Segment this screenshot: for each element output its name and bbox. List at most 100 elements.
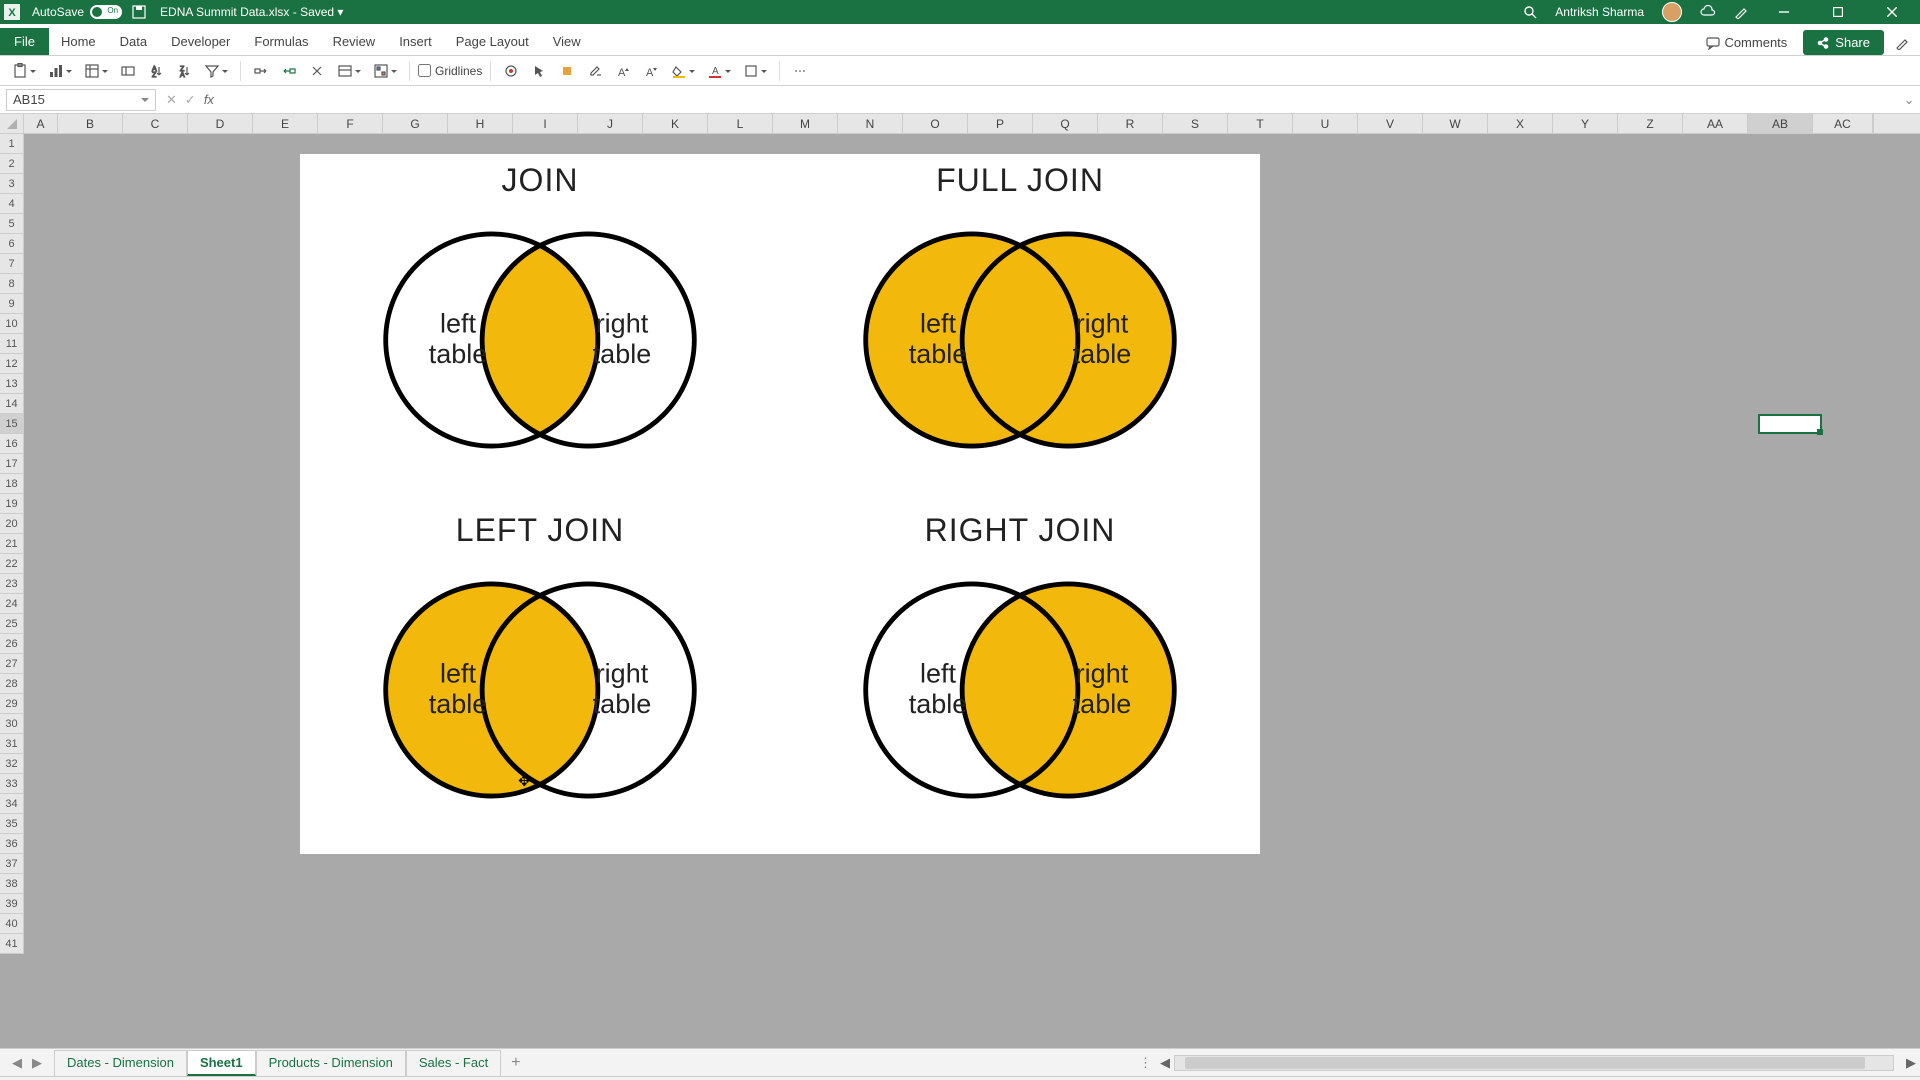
- column-header-D[interactable]: D: [188, 114, 253, 133]
- autosave-toggle[interactable]: AutoSave On: [32, 5, 122, 19]
- filter-icon[interactable]: [200, 60, 224, 82]
- row-header-11[interactable]: 11: [0, 334, 24, 354]
- column-header-V[interactable]: V: [1358, 114, 1423, 133]
- column-header-A[interactable]: A: [24, 114, 58, 133]
- row-header-5[interactable]: 5: [0, 214, 24, 234]
- accept-formula-icon[interactable]: ✓: [185, 92, 196, 108]
- column-header-C[interactable]: C: [123, 114, 188, 133]
- row-header-24[interactable]: 24: [0, 594, 24, 614]
- sheet-nav-next[interactable]: ▶: [28, 1053, 46, 1073]
- remove-arrows-icon[interactable]: [305, 60, 329, 82]
- row-header-36[interactable]: 36: [0, 834, 24, 854]
- column-header-X[interactable]: X: [1488, 114, 1553, 133]
- share-button[interactable]: Share: [1803, 30, 1884, 55]
- border-icon[interactable]: [739, 60, 763, 82]
- draw-icon[interactable]: [1734, 5, 1748, 19]
- row-header-18[interactable]: 18: [0, 474, 24, 494]
- sheet-nav-prev[interactable]: ◀: [8, 1053, 26, 1073]
- file-tab[interactable]: File: [0, 28, 49, 55]
- select-all-triangle[interactable]: [0, 114, 24, 133]
- stop-macro-icon[interactable]: [555, 60, 579, 82]
- insert-function-icon[interactable]: [116, 60, 140, 82]
- comments-button[interactable]: Comments: [1698, 31, 1795, 54]
- row-header-17[interactable]: 17: [0, 454, 24, 474]
- column-header-U[interactable]: U: [1293, 114, 1358, 133]
- row-header-35[interactable]: 35: [0, 814, 24, 834]
- gridlines-checkbox[interactable]: Gridlines: [418, 64, 482, 78]
- column-header-W[interactable]: W: [1423, 114, 1488, 133]
- clear-format-icon[interactable]: [583, 60, 607, 82]
- row-header-30[interactable]: 30: [0, 714, 24, 734]
- row-header-6[interactable]: 6: [0, 234, 24, 254]
- column-header-I[interactable]: I: [513, 114, 578, 133]
- row-header-34[interactable]: 34: [0, 794, 24, 814]
- paste-icon[interactable]: [8, 60, 32, 82]
- row-header-22[interactable]: 22: [0, 554, 24, 574]
- horizontal-scrollbar[interactable]: [1174, 1055, 1894, 1071]
- column-header-R[interactable]: R: [1098, 114, 1163, 133]
- font-color-icon[interactable]: A: [703, 60, 727, 82]
- chart-icon[interactable]: [44, 60, 68, 82]
- record-macro-icon[interactable]: [499, 60, 523, 82]
- row-header-2[interactable]: 2: [0, 154, 24, 174]
- name-manager-icon[interactable]: [333, 60, 357, 82]
- decrease-font-icon[interactable]: A: [639, 60, 663, 82]
- pointer-icon[interactable]: [527, 60, 551, 82]
- ribbon-tab-data[interactable]: Data: [108, 28, 159, 55]
- row-header-12[interactable]: 12: [0, 354, 24, 374]
- minimize-button[interactable]: [1766, 0, 1802, 24]
- embedded-image[interactable]: JOIN left table right table FULL JOIN le…: [300, 154, 1260, 854]
- column-header-N[interactable]: N: [838, 114, 903, 133]
- formula-input[interactable]: [230, 89, 1898, 111]
- column-header-AB[interactable]: AB: [1748, 114, 1813, 133]
- row-header-31[interactable]: 31: [0, 734, 24, 754]
- save-icon[interactable]: [132, 5, 146, 19]
- column-header-Y[interactable]: Y: [1553, 114, 1618, 133]
- column-header-E[interactable]: E: [253, 114, 318, 133]
- row-header-4[interactable]: 4: [0, 194, 24, 214]
- search-icon[interactable]: [1523, 5, 1537, 19]
- row-header-14[interactable]: 14: [0, 394, 24, 414]
- column-header-AC[interactable]: AC: [1813, 114, 1873, 133]
- column-header-B[interactable]: B: [58, 114, 123, 133]
- column-header-Z[interactable]: Z: [1618, 114, 1683, 133]
- sheet-tab-dates-dimension[interactable]: Dates - Dimension: [54, 1050, 187, 1076]
- split-handle[interactable]: ⋮: [1135, 1055, 1156, 1071]
- sheet-tab-sales-fact[interactable]: Sales - Fact: [406, 1050, 501, 1076]
- row-header-9[interactable]: 9: [0, 294, 24, 314]
- close-button[interactable]: [1874, 0, 1910, 24]
- mode-switch-icon[interactable]: [1892, 36, 1912, 50]
- row-header-13[interactable]: 13: [0, 374, 24, 394]
- name-box[interactable]: AB15: [6, 89, 156, 111]
- sheet-tab-products-dimension[interactable]: Products - Dimension: [256, 1050, 406, 1076]
- row-header-27[interactable]: 27: [0, 654, 24, 674]
- column-header-K[interactable]: K: [643, 114, 708, 133]
- row-header-39[interactable]: 39: [0, 894, 24, 914]
- more-icon[interactable]: [788, 60, 812, 82]
- row-header-38[interactable]: 38: [0, 874, 24, 894]
- column-header-T[interactable]: T: [1228, 114, 1293, 133]
- fx-icon[interactable]: fx: [204, 92, 214, 107]
- conditional-format-icon[interactable]: [369, 60, 393, 82]
- column-header-H[interactable]: H: [448, 114, 513, 133]
- column-header-AA[interactable]: AA: [1683, 114, 1748, 133]
- column-header-L[interactable]: L: [708, 114, 773, 133]
- active-cell[interactable]: [1758, 414, 1822, 434]
- vertical-scroll-up[interactable]: [1873, 114, 1891, 133]
- row-header-21[interactable]: 21: [0, 534, 24, 554]
- column-header-P[interactable]: P: [968, 114, 1033, 133]
- row-header-20[interactable]: 20: [0, 514, 24, 534]
- sort-desc-icon[interactable]: ZA: [172, 60, 196, 82]
- username[interactable]: Antriksh Sharma: [1555, 5, 1644, 19]
- ribbon-tab-review[interactable]: Review: [321, 28, 388, 55]
- hscroll-left[interactable]: ◀: [1156, 1055, 1174, 1071]
- filename[interactable]: EDNA Summit Data.xlsx - Saved ▾: [160, 5, 343, 19]
- ribbon-tab-page-layout[interactable]: Page Layout: [444, 28, 541, 55]
- cancel-formula-icon[interactable]: ✕: [166, 92, 177, 108]
- row-header-28[interactable]: 28: [0, 674, 24, 694]
- ribbon-tab-home[interactable]: Home: [49, 28, 108, 55]
- column-header-F[interactable]: F: [318, 114, 383, 133]
- row-header-40[interactable]: 40: [0, 914, 24, 934]
- worksheet-grid[interactable]: 1234567891011121314151617181920212223242…: [0, 134, 1920, 1048]
- pivot-icon[interactable]: [80, 60, 104, 82]
